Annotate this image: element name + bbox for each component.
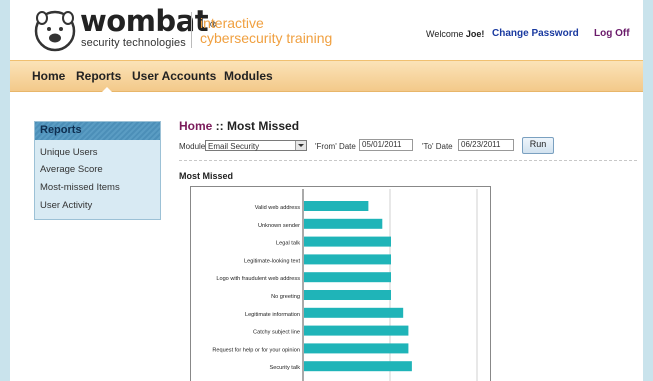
breadcrumb-home-link[interactable]: Home — [179, 119, 212, 133]
section-divider — [179, 160, 637, 161]
category-label: Legitimate-looking text — [244, 258, 300, 264]
change-password-link[interactable]: Change Password — [492, 28, 579, 39]
section-title: Most Missed — [179, 171, 234, 181]
from-date-label: 'From' Date — [315, 142, 356, 151]
user-name: Joe! — [465, 29, 485, 39]
sidebar-header: Reports — [35, 122, 160, 140]
page: wombat® security technologies interactiv… — [10, 0, 643, 381]
category-label: Valid web address — [255, 205, 300, 211]
category-label: Unknown sender — [258, 223, 300, 229]
bar — [304, 254, 391, 265]
bar — [304, 218, 383, 229]
bar — [304, 343, 409, 354]
to-date-input[interactable]: 06/23/2011 — [458, 139, 514, 151]
category-label: No greeting — [271, 294, 300, 300]
bar — [304, 307, 404, 318]
category-label: Logo with fraudulent web address — [216, 276, 300, 282]
to-date-label: 'To' Date — [422, 142, 453, 151]
welcome-text: Welcome Joe! — [426, 29, 485, 39]
run-button[interactable]: Run — [522, 137, 554, 154]
most-missed-chart-svg: Valid web address Unknown sender Legal tal… — [212, 189, 478, 381]
bar — [304, 325, 409, 336]
category-label: Security talk — [270, 365, 301, 371]
sidebar-item-unique-users[interactable]: Unique Users — [40, 147, 98, 158]
module-label: Module — [179, 142, 206, 151]
log-off-link[interactable]: Log Off — [594, 28, 630, 39]
wombat-logo-icon — [34, 10, 76, 52]
bar — [304, 272, 391, 283]
active-nav-caret-icon — [102, 87, 112, 92]
most-missed-chart: Valid web address Unknown sender Legal tal… — [190, 186, 491, 381]
bar — [304, 201, 369, 211]
tagline-line-2: cybersecurity training — [200, 30, 333, 46]
breadcrumb: Home :: Most Missed — [179, 119, 299, 133]
from-date-input[interactable]: 05/01/2011 — [359, 139, 413, 151]
header-divider — [191, 12, 192, 48]
category-label: Legitimate information — [245, 312, 300, 318]
tagline-line-1: interactive — [200, 15, 264, 31]
reports-sidebar: Reports Unique Users Average Score Most-… — [34, 121, 161, 220]
category-label: Legal talk — [276, 241, 300, 247]
nav-reports[interactable]: Reports — [76, 69, 121, 83]
brand-name: wombat® — [80, 4, 217, 38]
page-title: Most Missed — [227, 119, 300, 133]
header: wombat® security technologies interactiv… — [10, 0, 643, 60]
sidebar-item-average-score[interactable]: Average Score — [40, 164, 103, 175]
bar — [304, 361, 412, 372]
chevron-down-icon[interactable] — [295, 141, 306, 150]
nav-user-accounts[interactable]: User Accounts — [132, 69, 216, 83]
nav-modules[interactable]: Modules — [224, 69, 273, 83]
bar — [304, 290, 391, 300]
module-select[interactable]: Email Security — [205, 140, 307, 151]
category-label: Catchy subject line — [253, 330, 300, 336]
category-label: Request for help or for your opinion — [212, 347, 300, 353]
brand-subtitle: security technologies — [81, 37, 186, 49]
bar — [304, 236, 391, 247]
breadcrumb-separator: :: — [212, 119, 228, 133]
sidebar-item-most-missed-items[interactable]: Most-missed Items — [40, 182, 120, 193]
sidebar-item-user-activity[interactable]: User Activity — [40, 200, 92, 211]
nav-home[interactable]: Home — [32, 69, 65, 83]
sidebar-title: Reports — [40, 124, 82, 136]
